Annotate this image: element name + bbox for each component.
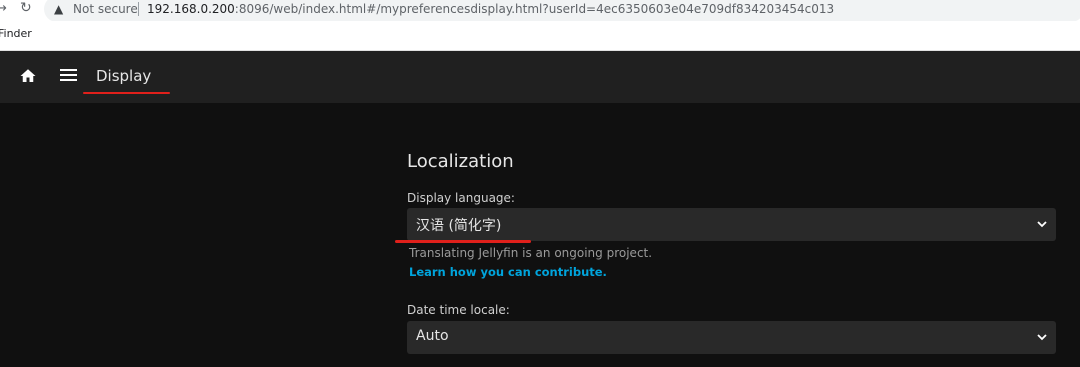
browser-address-bar: → ↻ ▲ Not secure 192.168.0.200:8096/web/… bbox=[0, 0, 1080, 22]
warning-icon[interactable]: ▲ bbox=[54, 2, 63, 16]
annotation-underline bbox=[395, 240, 531, 243]
date-time-locale-select[interactable]: Auto bbox=[407, 321, 1056, 354]
url-text[interactable]: 192.168.0.200:8096/web/index.html#/mypre… bbox=[147, 2, 834, 16]
chevron-down-icon bbox=[1037, 221, 1047, 228]
menu-icon[interactable] bbox=[60, 68, 77, 82]
top-header: Display bbox=[0, 51, 1080, 103]
display-language-label: Display language: bbox=[407, 191, 515, 205]
date-time-locale-label: Date time locale: bbox=[407, 303, 510, 317]
url-path: :8096/web/index.html#/mypreferencesdispl… bbox=[234, 2, 835, 16]
home-icon[interactable] bbox=[19, 67, 37, 85]
reload-icon[interactable]: ↻ bbox=[20, 0, 32, 16]
display-language-select[interactable]: 汉语 (简化字) bbox=[407, 208, 1056, 241]
page-title: Display bbox=[96, 67, 152, 85]
contribute-link[interactable]: Learn how you can contribute. bbox=[409, 265, 607, 279]
translation-hint: Translating Jellyfin is an ongoing proje… bbox=[409, 246, 653, 260]
url-host: 192.168.0.200 bbox=[147, 2, 235, 16]
security-label[interactable]: Not secure bbox=[73, 2, 138, 16]
bookmarks-bar: Finder bbox=[0, 21, 1080, 51]
annotation-underline bbox=[83, 92, 170, 94]
date-time-locale-value: Auto bbox=[416, 328, 449, 344]
section-title: Localization bbox=[407, 151, 514, 172]
back-arrow-icon[interactable]: → bbox=[0, 1, 7, 16]
separator bbox=[138, 2, 139, 16]
display-language-value: 汉语 (简化字) bbox=[416, 218, 502, 234]
jellyfin-app: Display Localization Display language: 汉… bbox=[0, 51, 1080, 367]
chevron-down-icon bbox=[1037, 334, 1047, 341]
bookmark-finder[interactable]: Finder bbox=[0, 27, 32, 40]
